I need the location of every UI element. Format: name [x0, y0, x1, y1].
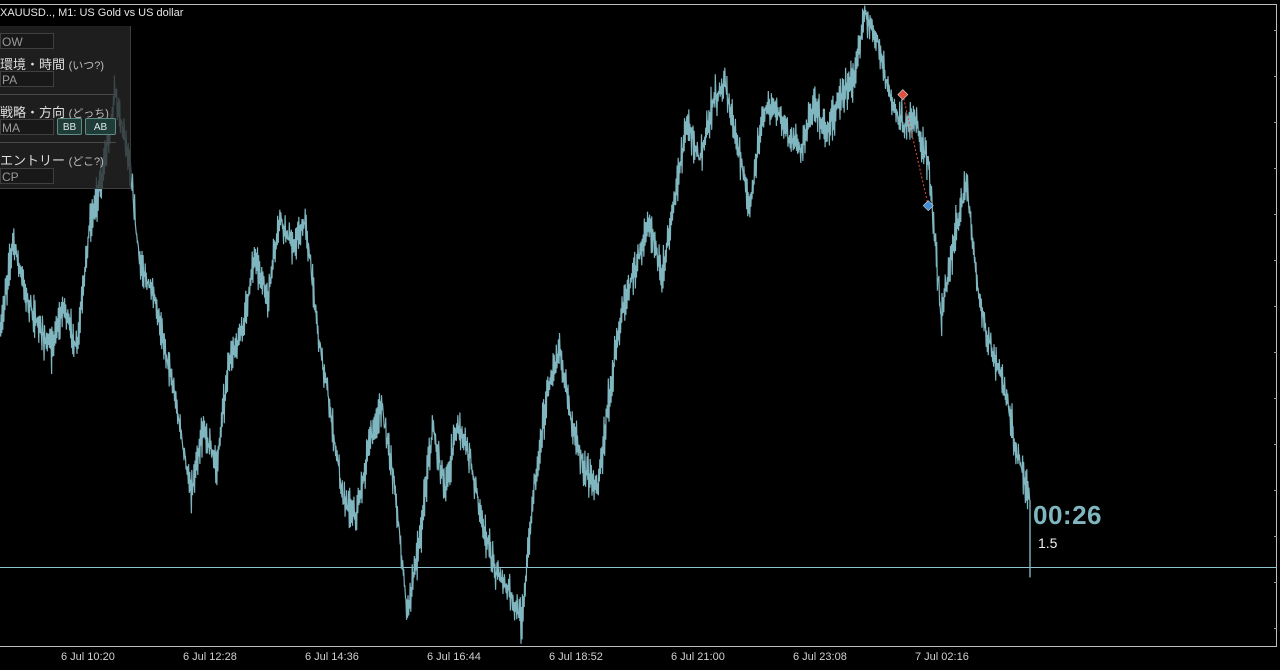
panel-box-pa[interactable]: PA — [0, 71, 54, 87]
sell-trade-marker[interactable] — [897, 89, 909, 101]
panel-divider — [0, 142, 116, 143]
spread-value: 1.5 — [1038, 535, 1058, 551]
bb-button[interactable]: BB — [57, 118, 82, 135]
x-tick-label: 6 Jul 16:44 — [427, 651, 481, 663]
y-tick-mark — [1274, 260, 1277, 261]
panel-label-environment-text: 環境・時間 — [0, 57, 66, 72]
y-tick-mark — [1274, 352, 1277, 353]
panel-label-strategy-text: 戦略・方向 — [0, 105, 66, 120]
panel-box-cp[interactable]: CP — [0, 168, 54, 184]
x-tick-label: 7 Jul 02:16 — [915, 651, 969, 663]
indicator-panel: OW 環境・時間 (いつ?) PA 戦略・方向 (どっち) MA BB AB エ… — [0, 26, 131, 189]
y-tick-mark — [1274, 536, 1277, 537]
y-tick-mark — [1274, 582, 1277, 583]
price-series-line — [0, 5, 1031, 644]
y-tick-mark — [1274, 30, 1277, 31]
panel-label-entry: エントリー (どこ?) — [0, 150, 104, 169]
y-tick-mark — [1274, 76, 1277, 77]
panel-box-ow[interactable]: OW — [0, 33, 54, 49]
candle-timer: 00:26 — [1033, 500, 1102, 530]
panel-label-entry-question: (どこ?) — [68, 156, 104, 168]
y-tick-mark — [1274, 168, 1277, 169]
panel-label-environment-question: (いつ?) — [68, 60, 105, 72]
x-tick-label: 6 Jul 10:20 — [61, 651, 115, 663]
panel-divider — [0, 94, 116, 95]
x-tick-label: 6 Jul 21:00 — [671, 651, 725, 663]
chart-area[interactable]: XAUUSD.., M1: US Gold vs US dollar 6 Jul… — [0, 0, 1280, 670]
y-tick-mark — [1274, 122, 1277, 123]
x-tick-label: 6 Jul 14:36 — [305, 651, 359, 663]
x-tick-label: 6 Jul 18:52 — [549, 651, 603, 663]
x-tick-label: 6 Jul 12:28 — [183, 651, 237, 663]
y-tick-mark — [1274, 444, 1277, 445]
y-tick-mark — [1274, 306, 1277, 307]
y-tick-mark — [1274, 490, 1277, 491]
ab-button[interactable]: AB — [85, 118, 116, 135]
panel-box-ma[interactable]: MA — [0, 119, 54, 135]
y-tick-mark — [1274, 214, 1277, 215]
panel-label-entry-text: エントリー — [0, 153, 66, 168]
chart-title: XAUUSD.., M1: US Gold vs US dollar — [0, 7, 184, 19]
x-tick-label: 6 Jul 23:08 — [793, 651, 847, 663]
price-plot[interactable] — [0, 0, 1280, 670]
y-tick-mark — [1274, 398, 1277, 399]
y-tick-mark — [1274, 628, 1277, 629]
